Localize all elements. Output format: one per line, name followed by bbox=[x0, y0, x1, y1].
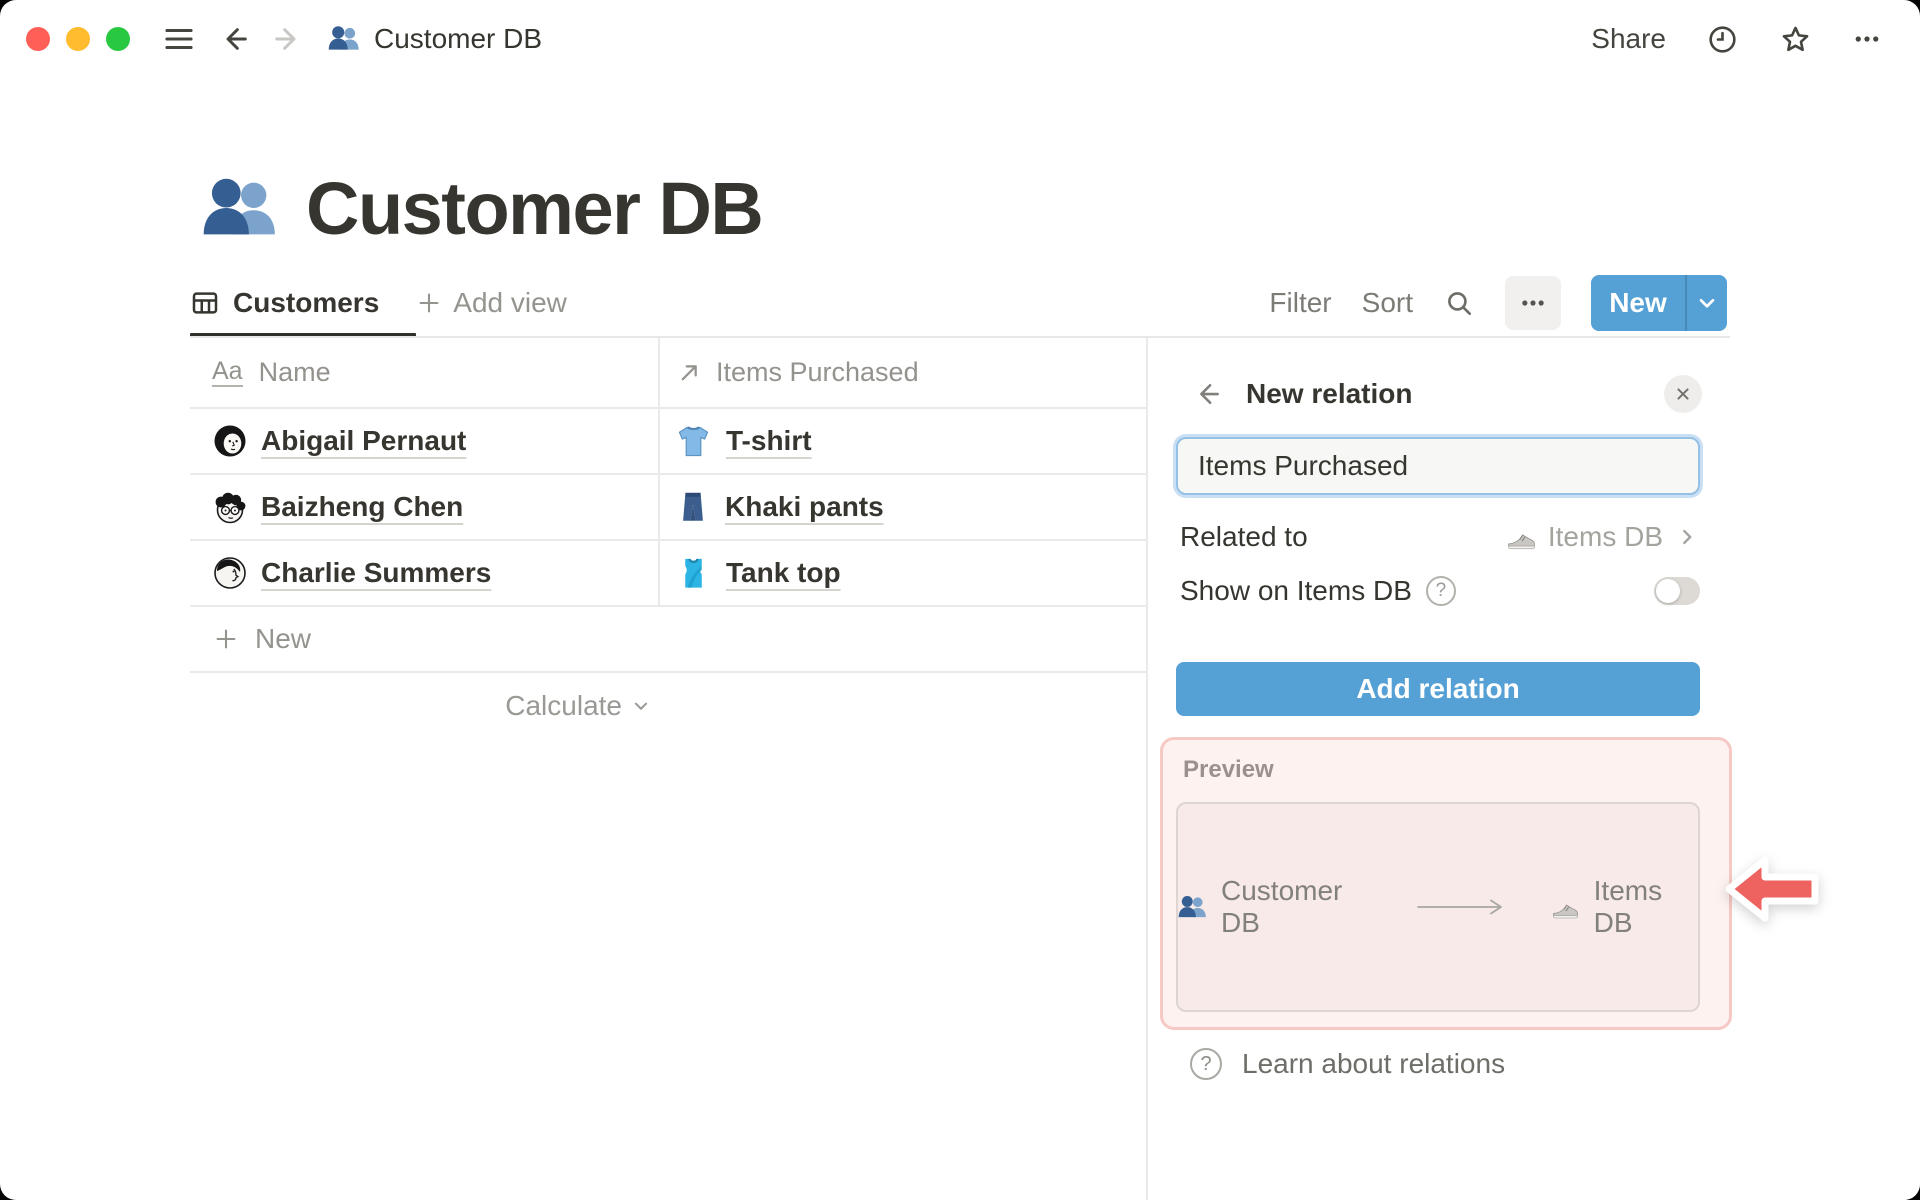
items-cell[interactable]: T-shirt bbox=[660, 424, 1146, 459]
new-button-label[interactable]: New bbox=[1591, 275, 1685, 331]
related-to-row[interactable]: Related to Items DB bbox=[1180, 517, 1700, 557]
sort-button[interactable]: Sort bbox=[1362, 287, 1413, 319]
show-on-label: Show on Items DB bbox=[1180, 575, 1412, 606]
table-icon bbox=[190, 288, 220, 318]
page-link[interactable]: Baizheng Chen bbox=[261, 491, 463, 523]
calculate-control[interactable]: Calculate bbox=[190, 673, 660, 739]
view-toolbar: Customers Add view Filter Sort New bbox=[190, 274, 1727, 332]
curly-glasses-avatar bbox=[212, 489, 248, 525]
column-items-label: Items Purchased bbox=[716, 357, 919, 387]
help-icon[interactable]: ? bbox=[1425, 576, 1456, 606]
add-relation-button[interactable]: Add relation bbox=[1176, 662, 1700, 716]
page-link[interactable]: Abigail Pernaut bbox=[261, 425, 466, 457]
page-icon people-icon[interactable] bbox=[202, 171, 278, 247]
breadcrumb[interactable]: Customer DB bbox=[328, 23, 542, 55]
annotation-arrow-left-icon bbox=[1724, 851, 1820, 927]
jeans-icon bbox=[676, 490, 710, 524]
profile-avatar bbox=[212, 555, 248, 591]
close-window-button[interactable] bbox=[26, 27, 50, 51]
customers-table: Aa Name Items Purchased Abigail Pernaut bbox=[190, 338, 1146, 739]
clock-icon[interactable] bbox=[1706, 23, 1739, 56]
help-icon: ? bbox=[1190, 1048, 1222, 1080]
table-header-row: Aa Name Items Purchased bbox=[190, 338, 1146, 409]
tab-customers-label: Customers bbox=[233, 287, 380, 318]
people-icon bbox=[1178, 893, 1207, 922]
new-row-button[interactable]: New bbox=[190, 607, 1146, 673]
star-icon[interactable] bbox=[1779, 23, 1812, 56]
new-button[interactable]: New bbox=[1591, 275, 1727, 331]
relation-arrow-icon bbox=[676, 359, 703, 386]
sneaker-icon bbox=[1551, 893, 1580, 922]
ellipsis-icon bbox=[1522, 300, 1544, 306]
notion-window: Customer DB Share Customer DB Customers … bbox=[0, 0, 1920, 1200]
view-options-button[interactable] bbox=[1505, 276, 1561, 330]
back-arrow-icon[interactable] bbox=[1192, 379, 1222, 409]
relation-preview-diagram: Customer DB Items DB bbox=[1176, 802, 1700, 1012]
items-cell[interactable]: Khaki pants bbox=[660, 490, 1146, 524]
column-header-name[interactable]: Aa Name bbox=[190, 357, 660, 388]
table-row: Abigail Pernaut T-shirt bbox=[190, 409, 1146, 475]
titlebar: Customer DB Share bbox=[0, 0, 1920, 78]
relation-link[interactable]: Tank top bbox=[726, 557, 841, 589]
text-property-icon: Aa bbox=[212, 357, 243, 387]
panel-title: New relation bbox=[1246, 378, 1413, 409]
name-cell[interactable]: Baizheng Chen bbox=[190, 489, 660, 525]
plus-icon bbox=[212, 625, 240, 653]
filter-button[interactable]: Filter bbox=[1269, 287, 1331, 319]
search-icon[interactable] bbox=[1443, 287, 1475, 319]
minimize-window-button[interactable] bbox=[66, 27, 90, 51]
show-on-toggle[interactable] bbox=[1654, 577, 1700, 605]
tanktop-icon bbox=[676, 556, 711, 591]
sneaker-icon bbox=[1506, 522, 1537, 553]
preview-source-label: Customer DB bbox=[1221, 875, 1343, 938]
relation-link[interactable]: T-shirt bbox=[726, 425, 812, 457]
share-button[interactable]: Share bbox=[1591, 23, 1666, 55]
tab-customers[interactable]: Customers bbox=[190, 287, 379, 319]
people-icon bbox=[328, 23, 360, 55]
show-on-row: Show on Items DB ? bbox=[1180, 571, 1700, 611]
preview-target-label: Items DB bbox=[1593, 875, 1663, 938]
table-row: Baizheng Chen Khaki pants bbox=[190, 475, 1146, 541]
new-relation-panel: New relation Related to Items DB Show on… bbox=[1148, 338, 1920, 1200]
learn-link-label: Learn about relations bbox=[1242, 1048, 1506, 1079]
chevron-right-icon bbox=[1674, 524, 1700, 550]
name-cell[interactable]: Abigail Pernaut bbox=[190, 423, 660, 459]
hamburger-icon[interactable] bbox=[162, 22, 196, 56]
calculate-label: Calculate bbox=[505, 690, 622, 721]
breadcrumb-title: Customer DB bbox=[374, 23, 543, 54]
learn-about-relations-link[interactable]: ? Learn about relations bbox=[1190, 1044, 1505, 1084]
related-to-label: Related to bbox=[1180, 521, 1308, 552]
column-header-items[interactable]: Items Purchased bbox=[660, 357, 1146, 388]
column-divider bbox=[658, 338, 660, 607]
panel-header: New relation bbox=[1192, 372, 1702, 416]
column-name-label: Name bbox=[258, 357, 331, 387]
items-cell[interactable]: Tank top bbox=[660, 556, 1146, 591]
page-link[interactable]: Charlie Summers bbox=[261, 557, 491, 589]
page-title[interactable]: Customer DB bbox=[306, 166, 764, 251]
new-row-label: New bbox=[255, 623, 312, 654]
chevron-down-icon bbox=[630, 695, 652, 717]
related-db-name: Items DB bbox=[1547, 521, 1663, 552]
close-icon[interactable] bbox=[1664, 375, 1702, 413]
table-row: Charlie Summers Tank top bbox=[190, 541, 1146, 607]
relation-link[interactable]: Khaki pants bbox=[725, 491, 884, 523]
preview-highlight-box: Preview Customer DB Items DB bbox=[1160, 737, 1732, 1030]
relation-name-input[interactable] bbox=[1176, 437, 1700, 495]
toggle-knob bbox=[1656, 579, 1680, 603]
add-view-button[interactable]: Add view bbox=[415, 287, 567, 319]
zoom-window-button[interactable] bbox=[106, 27, 130, 51]
related-to-value[interactable]: Items DB bbox=[1506, 521, 1700, 553]
preview-label: Preview bbox=[1183, 756, 1274, 783]
long-arrow-icon bbox=[1414, 895, 1510, 919]
plus-icon bbox=[415, 289, 443, 317]
woman-bob-avatar bbox=[212, 423, 248, 459]
add-view-label: Add view bbox=[453, 287, 567, 318]
back-arrow-icon[interactable] bbox=[218, 23, 250, 55]
chevron-down-icon[interactable] bbox=[1687, 275, 1727, 331]
ellipsis-icon[interactable] bbox=[1852, 24, 1882, 54]
tshirt-icon bbox=[676, 424, 711, 459]
forward-arrow-icon[interactable] bbox=[272, 23, 304, 55]
name-cell[interactable]: Charlie Summers bbox=[190, 555, 660, 591]
